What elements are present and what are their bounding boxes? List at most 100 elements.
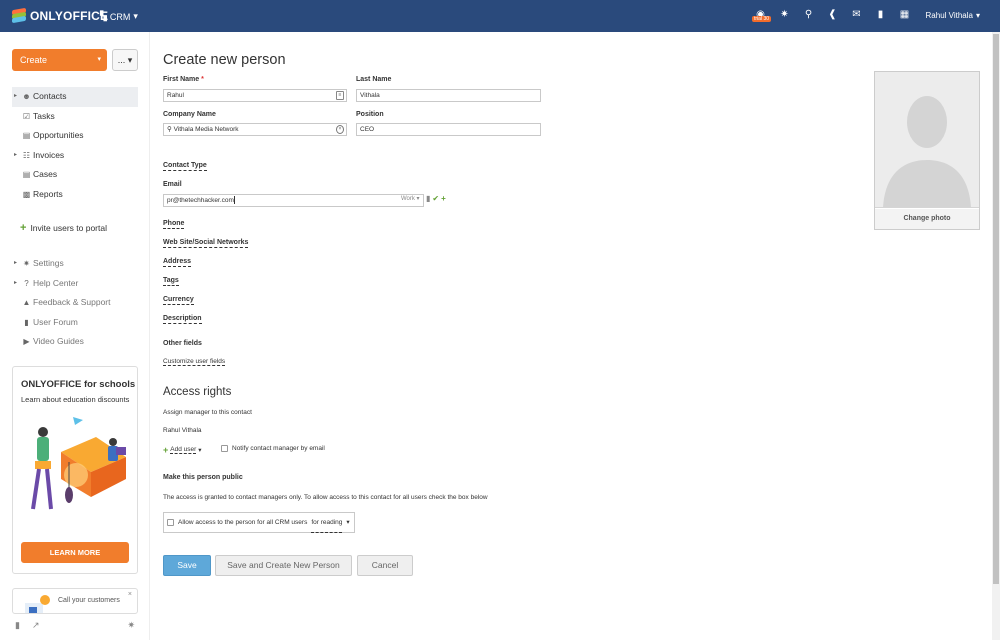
email-type-select[interactable]: Work ▾ xyxy=(401,195,420,202)
reports-icon: ▩ xyxy=(22,189,31,199)
promo-subtitle: Learn about education discounts xyxy=(21,395,130,404)
delete-icon[interactable]: ▮ xyxy=(426,194,430,203)
company-name-field[interactable]: ⚲ Vithala Media Network × xyxy=(163,123,347,136)
module-switcher[interactable]: ▚ CRM ▾ xyxy=(100,11,138,22)
customize-fields-link[interactable]: Customize user fields xyxy=(163,358,226,366)
contact-photo-panel: Change photo xyxy=(874,71,980,230)
invite-users-link[interactable]: + Invite users to portal xyxy=(20,222,107,234)
top-navigation-bar: ONLYOFFICE ▚ CRM ▾ ◉ trial 30 ✷ ⚲ ❰ ✉ ▮ ▦… xyxy=(0,0,1000,32)
close-icon[interactable]: × xyxy=(128,591,132,598)
sidebar-item-settings[interactable]: ▸ ✷ Settings xyxy=(12,254,138,274)
calendar-icon[interactable]: ▦ xyxy=(899,9,910,20)
trial-badge: trial 30 xyxy=(752,16,772,22)
make-public-title: Make this person public xyxy=(163,474,243,481)
avatar-placeholder xyxy=(875,72,979,208)
more-actions-button[interactable]: ... ▾ xyxy=(112,49,138,71)
public-access-box: Allow access to the person for all CRM u… xyxy=(163,512,355,533)
onlyoffice-logo[interactable]: ONLYOFFICE xyxy=(12,7,108,24)
add-icon[interactable]: + xyxy=(441,194,446,203)
cancel-button[interactable]: Cancel xyxy=(357,555,413,576)
chat-icon[interactable]: ▮ xyxy=(15,620,20,631)
mail-icon[interactable]: ✉ xyxy=(851,9,862,20)
create-label: Create xyxy=(20,55,48,65)
call-banner-text: Call your customers xyxy=(58,597,120,604)
company-name-label: Company Name xyxy=(163,111,216,118)
save-and-create-new-button[interactable]: Save and Create New Person xyxy=(215,555,352,576)
search-icon: ⚲ xyxy=(167,126,172,133)
contact-type-link[interactable]: Contact Type xyxy=(163,161,207,171)
sidebar-item-invoices[interactable]: ▸ ☷ Invoices xyxy=(12,146,138,166)
gear-icon[interactable]: ✷ xyxy=(127,620,135,631)
address-link[interactable]: Address xyxy=(163,257,192,267)
add-user-button[interactable]: + Add user ▾ xyxy=(163,445,202,455)
sidebar-item-feedback[interactable]: ▲ Feedback & Support xyxy=(12,293,138,313)
chevron-down-icon: ▾ xyxy=(97,56,101,63)
create-button[interactable]: Create ▾ xyxy=(12,49,107,71)
notify-manager-checkbox[interactable]: Notify contact manager by email xyxy=(221,445,325,452)
gear-icon: ✷ xyxy=(23,259,30,268)
website-link[interactable]: Web Site/Social Networks xyxy=(163,238,249,248)
expand-arrow-icon[interactable]: ▸ xyxy=(14,87,21,107)
settings-gear-icon[interactable]: ✷ xyxy=(779,9,790,20)
save-button[interactable]: Save xyxy=(163,555,211,576)
expand-icon[interactable]: ↗ xyxy=(32,620,40,631)
plus-icon: + xyxy=(163,445,169,455)
checkbox[interactable] xyxy=(221,445,228,452)
other-fields-label: Other fields xyxy=(163,340,202,347)
chevron-down-icon: ▾ xyxy=(133,11,138,21)
chevron-down-icon[interactable]: ▾ xyxy=(346,513,349,532)
change-photo-button[interactable]: Change photo xyxy=(875,209,979,229)
sidebar-item-tasks[interactable]: ☑ Tasks xyxy=(12,107,138,127)
tasks-icon: ☑ xyxy=(22,111,31,121)
phone-illustration-icon xyxy=(25,595,50,613)
access-mode-select[interactable]: for reading xyxy=(311,513,343,533)
clear-icon[interactable]: × xyxy=(336,125,344,134)
help-nav: ▸ ✷ Settings ▸ ? Help Center ▲ Feedback … xyxy=(12,254,138,352)
public-description: The access is granted to contact manager… xyxy=(163,494,488,501)
sidebar-item-reports[interactable]: ▩ Reports xyxy=(12,185,138,205)
allow-access-checkbox[interactable] xyxy=(167,519,174,526)
sidebar: Create ▾ ... ▾ ▸ ☻ Contacts ☑ Tasks ▤ Op… xyxy=(0,32,150,640)
sidebar-item-help-center[interactable]: ▸ ? Help Center xyxy=(12,274,138,294)
sidebar-item-opportunities[interactable]: ▤ Opportunities xyxy=(12,126,138,146)
search-icon[interactable]: ⚲ xyxy=(803,9,814,20)
scrollbar-thumb[interactable] xyxy=(993,34,999,584)
expand-arrow-icon[interactable]: ▸ xyxy=(14,254,21,274)
user-menu[interactable]: Rahul Vithala ▾ xyxy=(926,11,980,20)
access-rights-title: Access rights xyxy=(163,386,232,398)
email-row: pr@thetechhacker.com Work ▾ ▮ ✔ + xyxy=(163,194,453,207)
expand-arrow-icon[interactable]: ▸ xyxy=(14,274,21,294)
position-field[interactable]: CEO xyxy=(356,123,541,136)
first-name-field[interactable]: Rahul ≡ xyxy=(163,89,347,102)
trial-bell-icon[interactable]: ◉ trial 30 xyxy=(752,9,772,22)
tags-link[interactable]: Tags xyxy=(163,276,179,286)
person-silhouette-icon xyxy=(883,96,971,207)
user-name: Rahul Vithala xyxy=(925,11,973,20)
email-field[interactable]: pr@thetechhacker.com xyxy=(163,194,424,207)
logo-icon xyxy=(12,7,26,24)
megaphone-icon: ▲ xyxy=(22,298,31,308)
sidebar-item-cases[interactable]: ▤ Cases xyxy=(12,165,138,185)
last-name-field[interactable]: Vithala xyxy=(356,89,541,102)
description-link[interactable]: Description xyxy=(163,314,202,324)
check-icon[interactable]: ✔ xyxy=(432,194,439,203)
currency-link[interactable]: Currency xyxy=(163,295,194,305)
sidebar-item-user-forum[interactable]: ▮ User Forum xyxy=(12,313,138,333)
feed-icon[interactable]: ❰ xyxy=(827,9,838,20)
create-person-form: Create new person First Name * Rahul ≡ L… xyxy=(163,32,863,640)
address-book-icon[interactable]: ≡ xyxy=(336,91,344,100)
help-icon: ? xyxy=(24,278,29,288)
sidebar-item-contacts[interactable]: ▸ ☻ Contacts xyxy=(12,87,138,107)
sidebar-footer: ▮ ↗ ✷ xyxy=(15,620,135,631)
page-title: Create new person xyxy=(163,52,286,68)
crm-nav: ▸ ☻ Contacts ☑ Tasks ▤ Opportunities ▸ ☷… xyxy=(12,87,138,205)
chat-icon[interactable]: ▮ xyxy=(875,9,886,20)
phone-link[interactable]: Phone xyxy=(163,219,185,229)
sidebar-item-video-guides[interactable]: ▶ Video Guides xyxy=(12,332,138,352)
video-icon: ▶ xyxy=(23,337,30,347)
manager-name: Rahul Vithala xyxy=(163,427,202,434)
learn-more-button[interactable]: LEARN MORE xyxy=(21,542,129,563)
expand-arrow-icon[interactable]: ▸ xyxy=(14,146,21,166)
page-scrollbar[interactable] xyxy=(992,32,1000,640)
call-customers-banner[interactable]: Call your customers × xyxy=(12,588,138,614)
